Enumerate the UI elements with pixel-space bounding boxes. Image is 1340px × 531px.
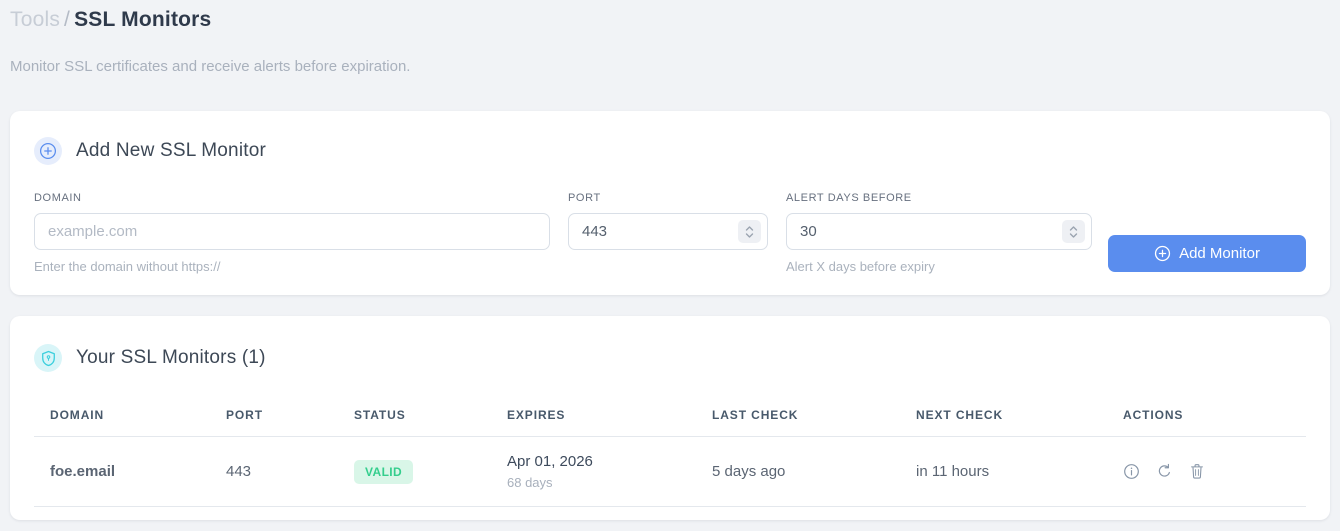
plus-circle-icon (1154, 245, 1171, 262)
add-monitor-card-header: Add New SSL Monitor (34, 137, 1306, 165)
monitors-card-title: Your SSL Monitors (1) (76, 347, 266, 368)
monitors-table: DOMAIN PORT STATUS EXPIRES LAST CHECK NE… (34, 398, 1306, 507)
breadcrumb-current: SSL Monitors (74, 8, 212, 31)
monitors-card: Your SSL Monitors (1) DOMAIN PORT STATUS… (10, 316, 1330, 520)
domain-label: DOMAIN (34, 192, 82, 204)
table-row: foe.email 443 VALID Apr 01, 2026 68 days… (34, 436, 1306, 507)
status-badge: VALID (354, 459, 414, 484)
add-monitor-card: Add New SSL Monitor DOMAIN Enter the dom… (10, 111, 1330, 295)
column-header-port: PORT (210, 398, 338, 437)
expires-date: Apr 01, 2026 (507, 453, 593, 470)
monitor-status-cell: VALID (338, 436, 491, 507)
table-header-row: DOMAIN PORT STATUS EXPIRES LAST CHECK NE… (34, 398, 1306, 437)
shield-icon (34, 344, 62, 372)
domain-input[interactable] (34, 213, 550, 250)
column-header-expires: EXPIRES (491, 398, 696, 437)
column-header-last-check: LAST CHECK (696, 398, 900, 437)
alert-days-label: ALERT DAYS BEFORE (786, 192, 912, 204)
expires-days-remaining: 68 days (507, 475, 553, 490)
add-monitor-form: DOMAIN Enter the domain without https://… (34, 192, 1306, 274)
add-monitor-button[interactable]: Add Monitor (1108, 235, 1306, 272)
trash-icon[interactable] (1189, 463, 1205, 480)
monitor-next-check[interactable]: in 11 hours (900, 436, 1107, 507)
monitor-last-check: 5 days ago (696, 436, 900, 507)
page-subtitle: Monitor SSL certificates and receive ale… (10, 58, 411, 75)
monitors-card-header: Your SSL Monitors (1) (34, 344, 1306, 372)
column-header-domain: DOMAIN (34, 398, 210, 437)
domain-field-group: DOMAIN Enter the domain without https:// (34, 192, 550, 274)
monitor-actions-cell (1107, 436, 1306, 507)
column-header-next-check: NEXT CHECK (900, 398, 1107, 437)
ssl-monitors-page: Tools / SSL Monitors Monitor SSL certifica… (0, 0, 1340, 520)
add-monitor-button-wrap: Add Monitor (1108, 192, 1306, 272)
breadcrumb: Tools / SSL Monitors (10, 8, 1330, 32)
breadcrumb-section[interactable]: Tools (10, 8, 60, 31)
monitor-domain: foe.email (34, 436, 210, 507)
port-stepper[interactable] (738, 220, 761, 243)
column-header-status: STATUS (338, 398, 491, 437)
alert-days-stepper[interactable] (1062, 220, 1085, 243)
alert-days-helper-text: Alert X days before expiry (786, 259, 935, 274)
monitor-port: 443 (210, 436, 338, 507)
info-icon[interactable] (1123, 463, 1140, 480)
port-field-group: PORT (568, 192, 768, 250)
breadcrumb-separator: / (64, 8, 71, 31)
monitor-expires-cell: Apr 01, 2026 68 days (491, 436, 696, 507)
refresh-icon[interactable] (1156, 463, 1173, 480)
port-label: PORT (568, 192, 601, 204)
add-monitor-button-label: Add Monitor (1179, 245, 1260, 262)
add-monitor-card-title: Add New SSL Monitor (76, 140, 267, 161)
alert-days-field-group: ALERT DAYS BEFORE Alert X days before ex… (786, 192, 1092, 274)
plus-circle-icon (34, 137, 62, 165)
domain-helper-text: Enter the domain without https:// (34, 259, 221, 274)
row-actions (1123, 463, 1290, 480)
alert-days-input[interactable] (786, 213, 1092, 250)
column-header-actions: ACTIONS (1107, 398, 1306, 437)
